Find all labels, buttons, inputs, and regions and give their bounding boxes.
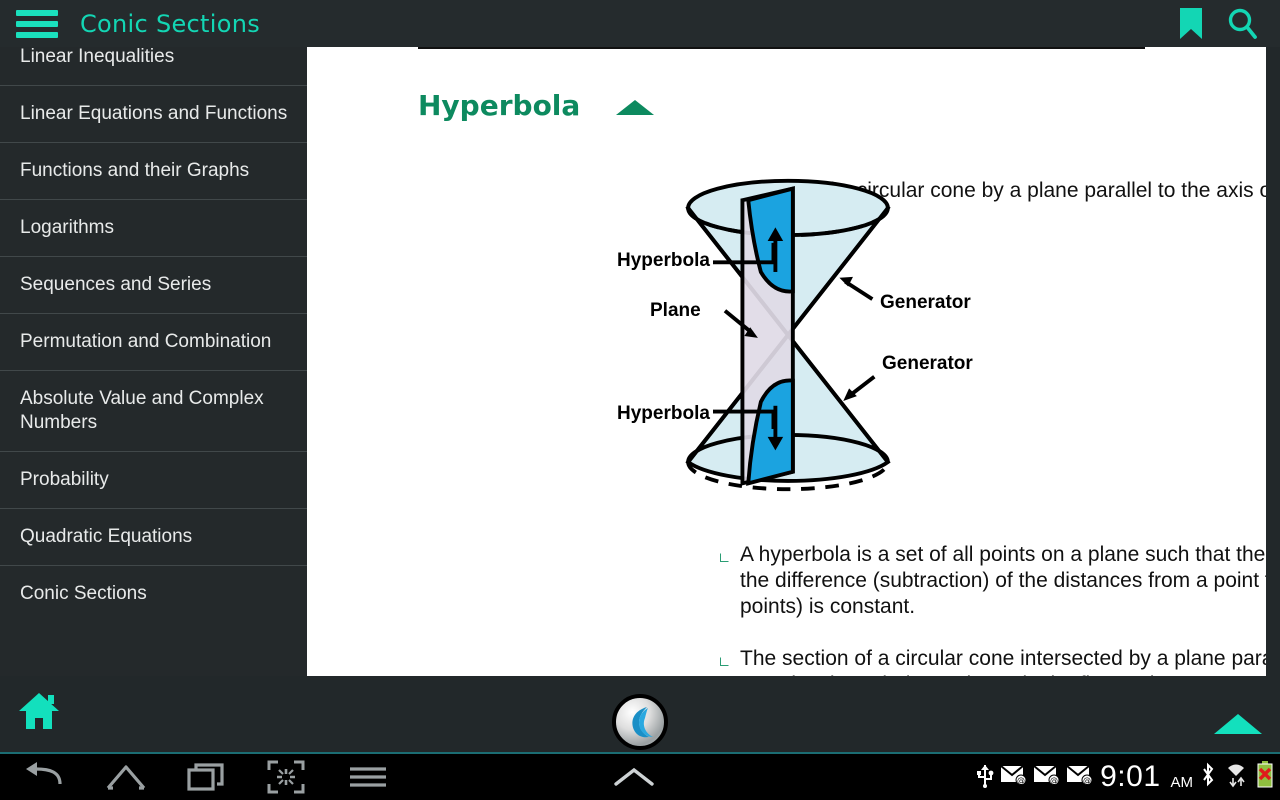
svg-text:@: @	[1050, 776, 1058, 785]
usb-icon	[976, 762, 994, 793]
top-bar-actions	[1176, 7, 1260, 41]
section-title: Hyperbola	[418, 89, 581, 122]
bullet-marker-icon	[720, 654, 740, 676]
figure-label-generator-bottom: Generator	[882, 353, 973, 374]
email-icon: @	[1000, 764, 1027, 790]
bullet-marker-icon	[720, 550, 740, 620]
sidebar-item-label: Functions and their Graphs	[20, 160, 250, 181]
search-icon[interactable]	[1226, 7, 1260, 41]
sidebar-item-label: Probability	[20, 469, 109, 490]
crescent-logo-icon[interactable]	[612, 694, 668, 750]
sidebar-item-linear-equations-and-functions[interactable]: Linear Equations and Functions	[0, 86, 307, 143]
sidebar-item-quadratic-equations[interactable]: Quadratic Equations	[0, 509, 307, 566]
bullet-item: The section of a circular cone intersect…	[720, 646, 1266, 676]
bullet-item: A hyperbola is a set of all points on a …	[720, 542, 1266, 620]
top-app-bar: Conic Sections	[0, 0, 1280, 47]
chevron-up-icon[interactable]	[612, 765, 656, 789]
hamburger-icon[interactable]	[16, 9, 58, 38]
figure-label-hyperbola-bottom: Hyperbola	[614, 403, 713, 425]
sidebar-item-functions-and-their-graphs[interactable]: Functions and their Graphs	[0, 143, 307, 200]
hyperbola-cone-figure: Hyperbola Plane Generator Generator Hype…	[614, 175, 973, 495]
menu-icon[interactable]	[346, 765, 390, 789]
hamburger-bar	[16, 31, 58, 38]
back-icon[interactable]	[22, 762, 66, 792]
status-tray: @ @ @ 9:01 AM	[976, 757, 1274, 797]
bluetooth-icon	[1200, 762, 1216, 793]
page-title: Conic Sections	[80, 9, 261, 38]
scroll-to-top-icon[interactable]	[1214, 714, 1262, 734]
lesson-content-card[interactable]: Hyperbola Section of a circular cone by …	[307, 47, 1266, 676]
sidebar-scroll-container: Linear Inequalities Linear Equations and…	[0, 47, 307, 622]
hamburger-bar	[16, 9, 58, 16]
hamburger-bar	[16, 20, 58, 27]
sidebar-item-label: Absolute Value and Complex Numbers	[20, 388, 264, 433]
home-icon[interactable]	[104, 762, 148, 792]
bookmark-icon[interactable]	[1176, 7, 1206, 41]
sidebar-item-label: Linear Equations and Functions	[20, 103, 288, 124]
figure-label-hyperbola-top: Hyperbola	[614, 250, 713, 272]
sidebar-item-label: Permutation and Combination	[20, 331, 272, 352]
triangle-up-icon[interactable]	[616, 100, 655, 115]
bullet-text: The section of a circular cone intersect…	[740, 647, 1266, 676]
svg-text:@: @	[1017, 776, 1025, 785]
wifi-icon	[1223, 762, 1249, 793]
email-icon: @	[1066, 764, 1093, 790]
sidebar-item-probability[interactable]: Probability	[0, 452, 307, 509]
sidebar-item-absolute-value-and-complex-numbers[interactable]: Absolute Value and Complex Numbers	[0, 371, 307, 452]
bullet-text: A hyperbola is a set of all points on a …	[740, 543, 1266, 618]
sidebar-item-label: Sequences and Series	[20, 274, 212, 295]
figure-label-generator-top: Generator	[880, 292, 971, 313]
sidebar-item-label: Quadratic Equations	[20, 526, 193, 547]
sidebar-item-label: Linear Inequalities	[20, 47, 175, 67]
svg-text:@: @	[1083, 776, 1091, 785]
battery-error-icon	[1256, 760, 1274, 794]
recents-icon[interactable]	[184, 762, 228, 792]
sidebar-item-logarithms[interactable]: Logarithms	[0, 200, 307, 257]
home-icon[interactable]	[18, 690, 60, 737]
sidebar-item-conic-sections[interactable]: Conic Sections	[0, 566, 307, 622]
status-clock: 9:01	[1100, 760, 1161, 793]
figure-label-plane: Plane	[647, 300, 704, 322]
sidebar-item-label: Conic Sections	[20, 583, 147, 604]
sidebar-item-sequences-and-series[interactable]: Sequences and Series	[0, 257, 307, 314]
sidebar-nav[interactable]: Linear Inequalities Linear Equations and…	[0, 47, 307, 676]
previous-section-divider	[418, 47, 1145, 49]
app-root: Conic Sections Linear Inequalities Linea…	[0, 0, 1280, 800]
sidebar-item-permutation-and-combination[interactable]: Permutation and Combination	[0, 314, 307, 371]
sidebar-item-linear-inequalities[interactable]: Linear Inequalities	[0, 47, 307, 86]
email-icon: @	[1033, 764, 1060, 790]
sidebar-item-label: Logarithms	[20, 217, 114, 238]
status-meridiem: AM	[1170, 774, 1194, 791]
screenshot-icon[interactable]	[264, 760, 308, 794]
section-header: Hyperbola	[418, 89, 655, 122]
